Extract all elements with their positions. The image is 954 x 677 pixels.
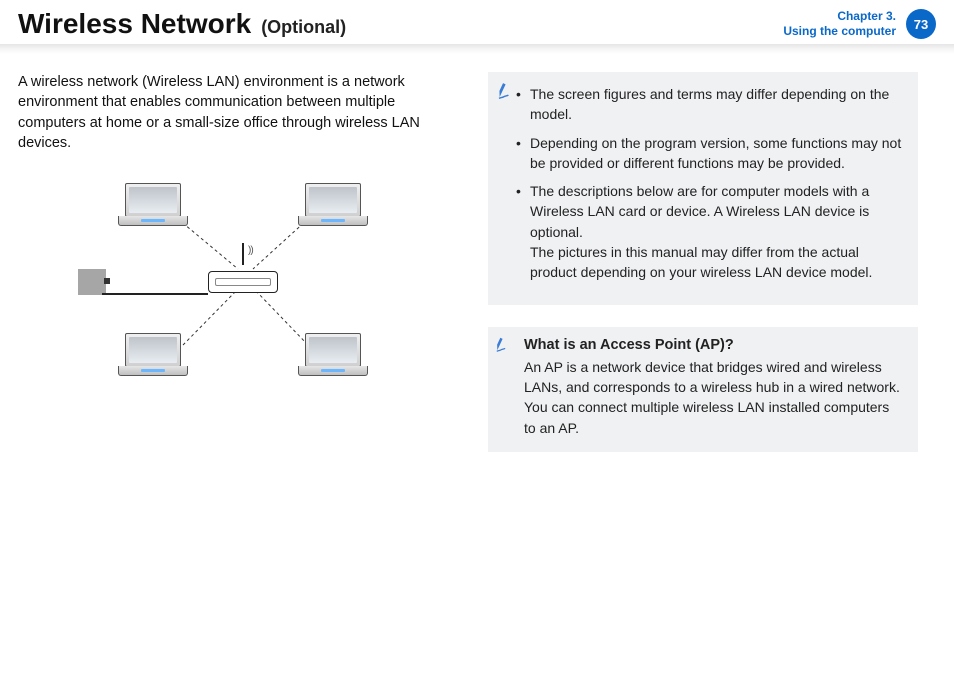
chapter-block: Chapter 3. Using the computer 73 bbox=[783, 9, 936, 39]
ap-description: An AP is a network device that bridges w… bbox=[524, 357, 904, 438]
page-number-badge: 73 bbox=[906, 9, 936, 39]
access-point-info-box: What is an Access Point (AP)? An AP is a… bbox=[488, 327, 918, 452]
note-item-text: The pictures in this manual may differ f… bbox=[530, 242, 904, 283]
right-column: The screen figures and terms may differ … bbox=[488, 72, 918, 452]
access-point-icon: )) bbox=[208, 263, 278, 293]
chapter-line-1: Chapter 3. bbox=[783, 9, 896, 24]
page-header: Wireless Network (Optional) Chapter 3. U… bbox=[0, 0, 954, 44]
pen-icon bbox=[491, 333, 513, 357]
note-item: The screen figures and terms may differ … bbox=[530, 84, 904, 125]
page-title: Wireless Network bbox=[18, 8, 251, 40]
intro-paragraph: A wireless network (Wireless LAN) enviro… bbox=[18, 72, 458, 153]
notes-box: The screen figures and terms may differ … bbox=[488, 72, 918, 305]
network-diagram: )) bbox=[78, 173, 398, 393]
chapter-line-2: Using the computer bbox=[783, 24, 896, 39]
pen-icon bbox=[493, 78, 518, 106]
notes-list: The screen figures and terms may differ … bbox=[530, 84, 904, 283]
wall-outlet bbox=[78, 269, 106, 295]
title-block: Wireless Network (Optional) bbox=[18, 8, 346, 40]
note-item: The descriptions below are for computer … bbox=[530, 181, 904, 282]
laptop-icon bbox=[118, 333, 188, 381]
laptop-icon bbox=[298, 183, 368, 231]
laptop-icon bbox=[118, 183, 188, 231]
header-separator bbox=[0, 44, 954, 54]
left-column: A wireless network (Wireless LAN) enviro… bbox=[18, 72, 458, 452]
note-item-text: The descriptions below are for computer … bbox=[530, 181, 904, 242]
content: A wireless network (Wireless LAN) enviro… bbox=[0, 54, 954, 470]
laptop-icon bbox=[298, 333, 368, 381]
note-item: Depending on the program version, some f… bbox=[530, 133, 904, 174]
page-subtitle: (Optional) bbox=[261, 17, 346, 38]
ethernet-cable bbox=[102, 293, 208, 295]
chapter-text: Chapter 3. Using the computer bbox=[783, 9, 896, 39]
ap-heading: What is an Access Point (AP)? bbox=[524, 337, 904, 353]
